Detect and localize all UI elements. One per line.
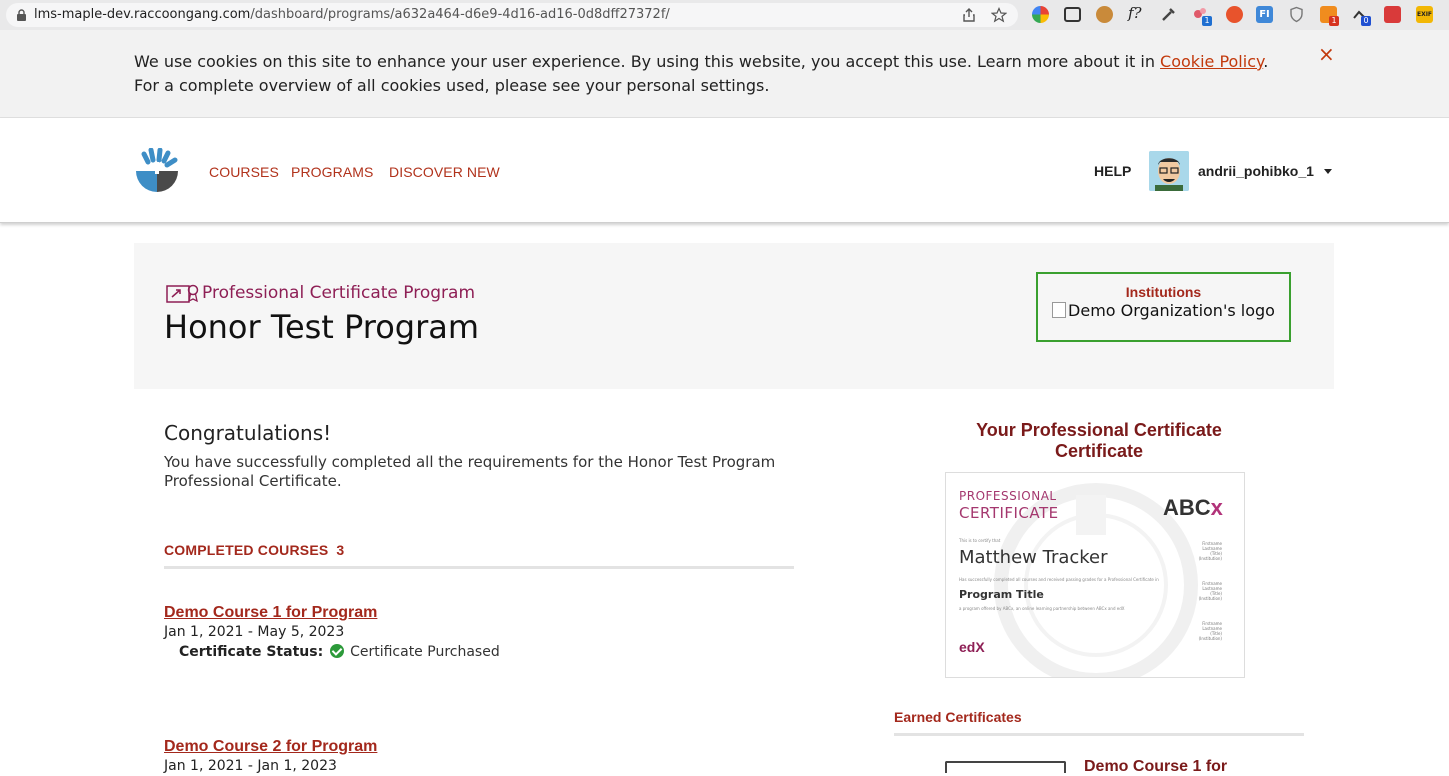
nav-discover-new[interactable]: DISCOVER NEW: [389, 164, 500, 180]
fi-extension-icon[interactable]: FI: [1256, 6, 1273, 23]
exif-extension-icon[interactable]: EXIF: [1416, 6, 1433, 23]
certificate-type: PROFESSIONAL CERTIFICATE: [959, 489, 1059, 522]
shield-icon[interactable]: [1288, 6, 1305, 23]
help-link[interactable]: HELP: [1094, 163, 1131, 179]
completion-text: Has successfully completed all courses a…: [959, 577, 1159, 582]
broken-image-icon: [1052, 302, 1067, 318]
checkmark-extension-icon[interactable]: [1226, 6, 1243, 23]
browser-toolbar: lms-maple-dev.raccoongang.com/dashboard/…: [0, 0, 1449, 30]
congratulations-heading: Congratulations!: [164, 421, 332, 445]
cookie-banner: We use cookies on this site to enhance y…: [0, 30, 1449, 118]
orange-extension-icon[interactable]: 1: [1320, 6, 1339, 26]
screenshot-icon[interactable]: [1064, 7, 1081, 22]
divider: [164, 566, 794, 569]
earned-certificate-thumbnail[interactable]: [945, 761, 1066, 773]
avatar[interactable]: [1149, 151, 1189, 191]
offered-text: a program offered by ABCx, an online lea…: [959, 606, 1125, 611]
extension-badge: 1: [1202, 16, 1212, 26]
extension-badge: 1: [1329, 16, 1339, 26]
program-header: Professional Certificate Program Honor T…: [134, 243, 1334, 389]
completed-courses-heading: COMPLETED COURSES 3: [164, 542, 345, 558]
program-type-label: Professional Certificate Program: [202, 283, 476, 303]
certificate-icon: [166, 284, 199, 303]
bookmark-star-icon[interactable]: [991, 7, 1007, 23]
address-bar[interactable]: lms-maple-dev.raccoongang.com/dashboard/…: [6, 3, 1018, 27]
nav-courses[interactable]: COURSES: [209, 164, 279, 180]
extension-colors-icon[interactable]: [1032, 6, 1049, 23]
certificate-heading: Your Professional Certificate Certificat…: [976, 420, 1222, 461]
program-name: Program Title: [959, 588, 1044, 601]
certificate-status: Certificate Status: Certificate Purchase…: [179, 644, 500, 660]
signatory: Firstname Lastname (Title) (Institution): [1198, 541, 1222, 561]
certify-text: This is to certify that: [959, 538, 1001, 543]
certificate-brand: ABCx: [1163, 495, 1223, 520]
earned-certificates-heading: Earned Certificates: [894, 709, 1022, 725]
edx-logo: edX: [959, 639, 985, 655]
font-function-icon[interactable]: f?: [1128, 4, 1145, 22]
course-title-link[interactable]: Demo Course 2 for Program: [164, 738, 377, 756]
signatory: Firstname Lastname (Title) (Institution): [1198, 621, 1222, 641]
cookie-policy-link[interactable]: Cookie Policy: [1160, 52, 1263, 71]
extension-badge: 0: [1361, 16, 1371, 26]
extension-share-icon[interactable]: 1: [1192, 6, 1212, 26]
url-text: lms-maple-dev.raccoongang.com/dashboard/…: [34, 7, 670, 22]
completion-message: You have successfully completed all the …: [164, 453, 776, 490]
signatory: Firstname Lastname (Title) (Institution): [1198, 581, 1222, 601]
cookie-icon[interactable]: [1096, 6, 1113, 23]
course-title-link[interactable]: Demo Course 1 for Program: [164, 604, 377, 622]
institution-logo: Demo Organization's logo: [1038, 301, 1289, 320]
lock-icon: [17, 9, 26, 21]
cookie-message: We use cookies on this site to enhance y…: [134, 52, 1269, 95]
share-icon[interactable]: [961, 7, 977, 23]
institutions-heading: Institutions: [1125, 284, 1202, 300]
red-extension-icon[interactable]: [1384, 6, 1401, 23]
course-dates: Jan 1, 2021 - May 5, 2023: [164, 624, 345, 640]
completed-count: 3: [336, 542, 345, 558]
certificate-preview[interactable]: PROFESSIONAL CERTIFICATE ABCx This is to …: [945, 472, 1245, 678]
wave-extension-icon[interactable]: 0: [1352, 6, 1371, 26]
institutions-box: Institutions Demo Organization's logo: [1036, 272, 1291, 342]
chevron-down-icon[interactable]: [1324, 169, 1332, 174]
close-icon[interactable]: ×: [1318, 42, 1335, 66]
nav-programs[interactable]: PROGRAMS: [291, 164, 373, 180]
course-dates: Jan 1, 2021 - Jan 1, 2023: [164, 758, 337, 774]
eyedropper-icon[interactable]: [1160, 6, 1177, 23]
username[interactable]: andrii_pohibko_1: [1198, 163, 1314, 179]
divider: [894, 733, 1304, 736]
recipient-name: Matthew Tracker: [959, 547, 1108, 568]
site-header: COURSES PROGRAMS DISCOVER NEW HELP andri…: [0, 118, 1449, 223]
page-title: Honor Test Program: [164, 308, 480, 346]
check-circle-icon: [329, 644, 344, 658]
earned-course-title[interactable]: Demo Course 1 for: [1084, 758, 1227, 776]
site-logo[interactable]: [134, 148, 180, 194]
